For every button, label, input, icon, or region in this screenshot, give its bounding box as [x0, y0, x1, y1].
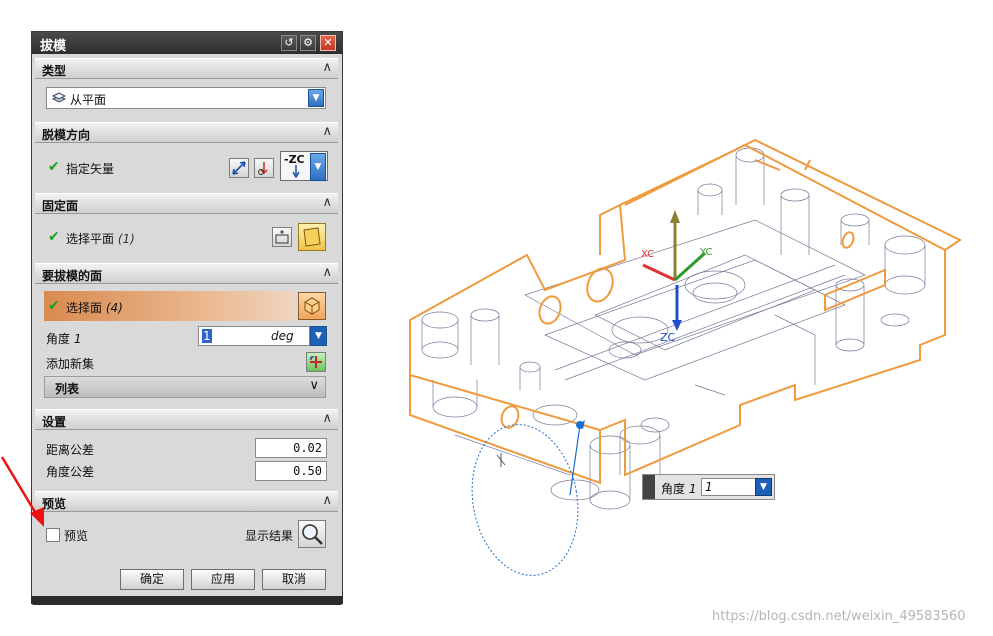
model-viewport[interactable]: XC YC ZC	[395, 135, 985, 580]
section-type-label: 类型	[42, 64, 67, 78]
show-result-button[interactable]	[298, 520, 326, 548]
chevron-up-icon: ∧	[322, 493, 332, 508]
chevron-up-icon: ∧	[322, 124, 332, 139]
xc-axis-label: XC	[641, 249, 654, 260]
checkmark-icon: ✔	[48, 298, 60, 314]
section-preview-header[interactable]: 预览 ∧	[35, 491, 338, 512]
angle-menu-arrow-icon[interactable]: ▼	[310, 326, 327, 346]
annotation-arrow-icon	[0, 456, 44, 527]
section-faces-label: 要拔模的面	[42, 269, 103, 283]
apply-button[interactable]: 应用	[191, 569, 255, 590]
dropdown-arrow-icon[interactable]: ▼	[308, 89, 324, 107]
show-result-label: 显示结果	[245, 529, 294, 543]
yc-axis-label: YC	[699, 247, 713, 258]
list-header[interactable]: 列表 ∨	[44, 376, 326, 398]
list-label: 列表	[55, 382, 80, 396]
reset-icon[interactable]: ↺	[281, 35, 297, 51]
select-face-text: 选择面	[66, 301, 103, 315]
angle-label-text: 角度	[46, 332, 71, 346]
add-set-button[interactable]	[306, 352, 326, 372]
chevron-up-icon: ∧	[322, 60, 332, 75]
coordinate-triad: XC YC ZC	[641, 210, 713, 344]
select-face-row[interactable]: ✔ 选择面 (4)	[44, 291, 296, 321]
chevron-up-icon: ∧	[322, 195, 332, 210]
vector-selector[interactable]: -ZC ▼	[280, 151, 328, 181]
zc-axis-label: ZC	[660, 331, 676, 344]
dialog-bottom-edge	[31, 596, 343, 605]
angle-label: 角度 1	[46, 330, 81, 347]
plane-dialog-button[interactable]	[272, 227, 292, 247]
ok-button[interactable]: 确定	[120, 569, 184, 590]
preview-checkbox-label[interactable]: 预览	[64, 527, 88, 544]
gear-icon[interactable]: ⚙	[300, 35, 316, 51]
select-plane-count: (1)	[117, 232, 135, 246]
chevron-up-icon: ∧	[322, 265, 332, 280]
watermark: https://blog.csdn.net/weixin_49583560	[712, 609, 966, 624]
distance-tolerance-input[interactable]: 0.02	[255, 438, 327, 458]
select-plane-text: 选择平面	[66, 232, 115, 246]
angle-popup[interactable]: 角度 1 1 ▼	[642, 474, 775, 500]
section-faces-header[interactable]: 要拔模的面 ∧	[35, 263, 338, 284]
chevron-up-icon: ∧	[322, 411, 332, 426]
type-dropdown-value: 从平面	[70, 93, 107, 107]
section-direction-header[interactable]: 脱模方向 ∧	[35, 122, 338, 143]
dropdown-arrow-icon[interactable]: ▼	[310, 153, 326, 181]
reverse-direction-button[interactable]	[229, 158, 249, 178]
angle-popup-input[interactable]: 1	[701, 478, 757, 496]
vector-dialog-button[interactable]	[254, 158, 274, 178]
type-dropdown[interactable]: 从平面 ▼	[46, 87, 326, 109]
section-settings-header[interactable]: 设置 ∧	[35, 409, 338, 430]
select-face-label: 选择面 (4)	[66, 299, 123, 316]
preview-checkbox[interactable]	[46, 528, 60, 542]
checkmark-icon: ✔	[48, 229, 60, 245]
checkmark-icon: ✔	[48, 159, 60, 175]
section-fixed-face-label: 固定面	[42, 199, 79, 213]
angle-index: 1	[73, 332, 82, 346]
angle-popup-index: 1	[688, 482, 697, 496]
chevron-down-icon: ∨	[309, 378, 319, 393]
angle-popup-label-text: 角度	[661, 482, 686, 496]
dialog-title: 拔模	[40, 39, 67, 54]
add-new-set-label: 添加新集	[46, 357, 95, 371]
cancel-button[interactable]: 取消	[262, 569, 326, 590]
section-settings-label: 设置	[42, 415, 67, 429]
section-direction-label: 脱模方向	[42, 128, 91, 142]
plane-icon[interactable]	[298, 223, 326, 251]
angle-popup-label: 角度 1	[661, 480, 696, 497]
select-face-count: (4)	[105, 301, 123, 315]
angle-tolerance-input[interactable]: 0.50	[255, 461, 327, 481]
face-select-icon[interactable]	[298, 292, 326, 320]
model-outline	[409, 138, 963, 485]
section-fixed-face-header[interactable]: 固定面 ∧	[35, 193, 338, 214]
angle-unit: deg	[271, 329, 294, 343]
angle-popup-arrow-icon[interactable]: ▼	[755, 478, 772, 496]
specify-vector-label[interactable]: 指定矢量	[66, 160, 114, 177]
section-type-header[interactable]: 类型 ∧	[35, 58, 338, 79]
angle-input[interactable]: 1 deg	[198, 326, 310, 346]
dialog-titlebar[interactable]: 拔模 ↺ ⚙ ✕	[32, 32, 342, 54]
plane-draft-icon	[52, 92, 66, 103]
drag-grip-icon[interactable]	[643, 475, 655, 499]
magnifier-icon	[302, 524, 323, 545]
select-plane-label[interactable]: 选择平面 (1)	[66, 230, 135, 247]
close-icon[interactable]: ✕	[320, 35, 336, 51]
angle-value: 1	[202, 329, 212, 343]
